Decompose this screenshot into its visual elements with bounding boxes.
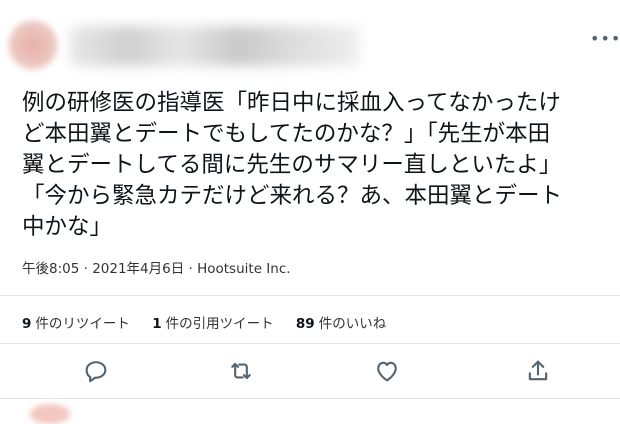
- blurred-user-name[interactable]: [70, 26, 360, 66]
- divider: [0, 343, 620, 344]
- tweet-text-line: 中かな」: [22, 214, 113, 240]
- retweet-icon[interactable]: [227, 357, 255, 385]
- tweet-text-line: 例の研修医の指導医「昨日中に採血入ってなかったけ: [22, 90, 561, 116]
- quote-count[interactable]: 1 件の引用ツイート: [152, 312, 273, 332]
- tweet-text: 例の研修医の指導医「昨日中に採血入ってなかったけ ど本田翼とデートでもしてたのか…: [22, 88, 612, 243]
- like-icon[interactable]: [373, 357, 401, 385]
- reply-icon[interactable]: [82, 357, 110, 385]
- share-icon[interactable]: [524, 357, 552, 385]
- next-tweet-avatar: [30, 404, 70, 424]
- divider: [0, 295, 620, 296]
- tweet-stats: 9 件のリツイート 1 件の引用ツイート 89 件のいいね: [22, 312, 404, 332]
- tweet-actions: [0, 357, 620, 389]
- tweet-text-line: 「今から緊急カテだけど来れる？あ、本田翼とデート: [22, 183, 563, 209]
- tweet-header: •••: [0, 0, 620, 84]
- tweet-text-line: ど本田翼とデートでもしてたのかな？」「先生が本田: [22, 121, 551, 147]
- tweet-text-line: 翼とデートしてる間に先生のサマリー直しといたよ」: [22, 152, 562, 178]
- divider: [0, 398, 620, 399]
- avatar[interactable]: [8, 20, 58, 70]
- tweet-timestamp[interactable]: 午後8:05 · 2021年4月6日 · Hootsuite Inc.: [22, 257, 291, 277]
- more-icon[interactable]: •••: [590, 31, 620, 47]
- retweet-count[interactable]: 9 件のリツイート: [22, 312, 130, 332]
- like-count[interactable]: 89 件のいいね: [296, 312, 386, 332]
